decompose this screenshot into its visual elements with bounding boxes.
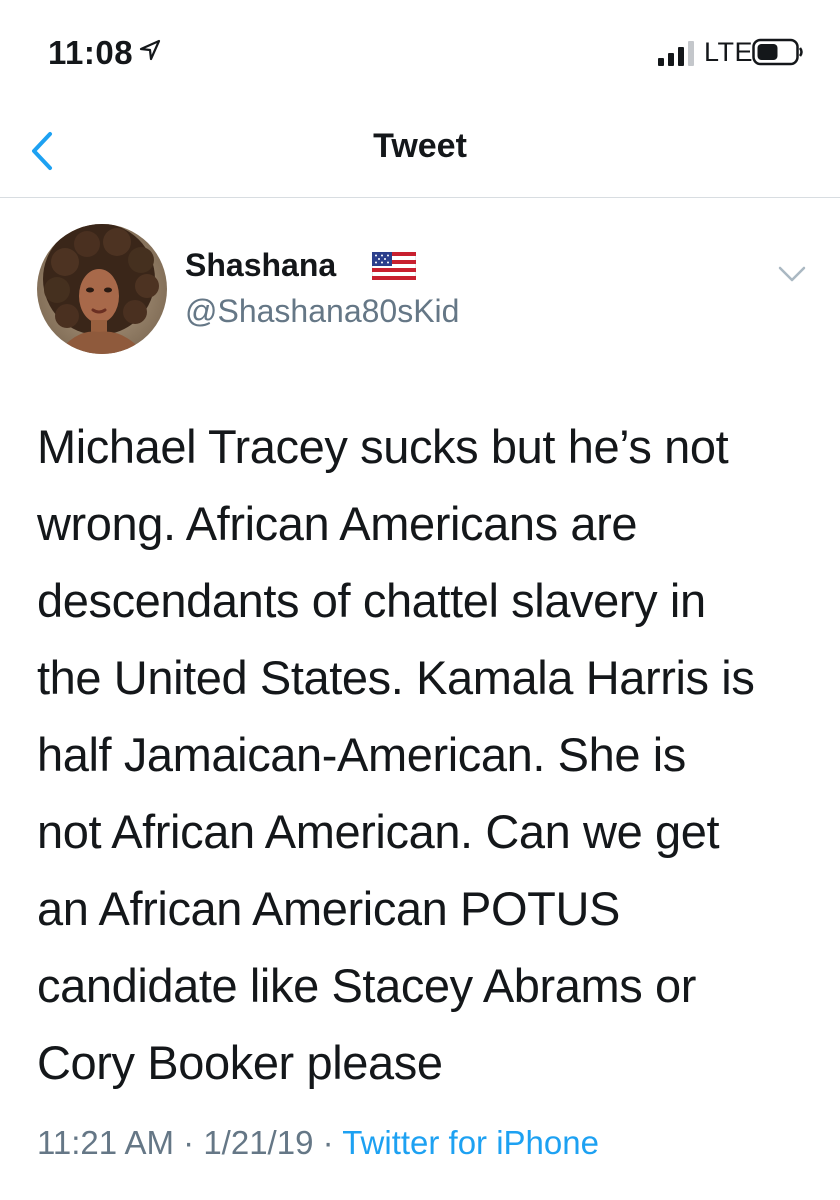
tweet-meta: 11:21 AM · 1/21/19 · Twitter for iPhone bbox=[37, 1124, 599, 1162]
status-bar: 11:08 LTE bbox=[0, 0, 840, 100]
avatar[interactable] bbox=[37, 224, 167, 354]
author-display-name[interactable]: Shashana bbox=[185, 247, 336, 284]
battery-icon bbox=[752, 38, 803, 66]
tweet-text: Michael Tracey sucks but he’s not wrong.… bbox=[37, 420, 755, 1089]
tweet-source-link[interactable]: Twitter for iPhone bbox=[342, 1124, 599, 1161]
tweet-menu-button[interactable] bbox=[770, 259, 814, 289]
tweet-time: 11:21 AM bbox=[37, 1124, 174, 1161]
network-label: LTE bbox=[704, 37, 754, 67]
avatar-image bbox=[37, 224, 167, 354]
us-flag-icon bbox=[372, 252, 416, 280]
page-title: Tweet bbox=[373, 127, 467, 165]
meta-separator: · bbox=[183, 1124, 195, 1161]
location-arrow-icon bbox=[139, 39, 161, 61]
signal-icon bbox=[658, 41, 694, 66]
status-time: 11:08 bbox=[48, 34, 134, 71]
author-handle[interactable]: @Shashana80sKid bbox=[185, 293, 459, 330]
nav-bar: Tweet bbox=[0, 100, 840, 198]
meta-separator: · bbox=[322, 1124, 334, 1161]
chevron-down-icon bbox=[778, 266, 806, 282]
tweet-header: Shashana @Shashana80sKid bbox=[0, 199, 840, 379]
tweet-date: 1/21/19 bbox=[203, 1124, 314, 1161]
